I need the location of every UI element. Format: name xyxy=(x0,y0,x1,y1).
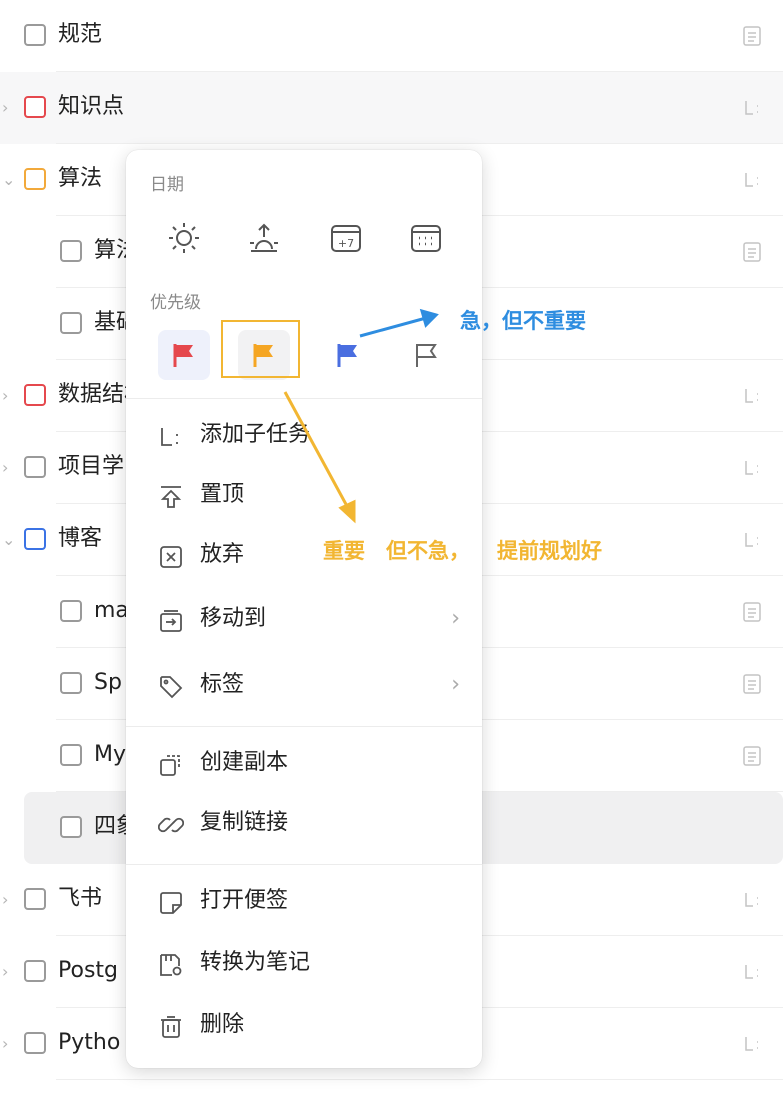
next-week-plus7-icon[interactable]: +7 xyxy=(322,214,370,262)
subtask-icon xyxy=(743,890,761,910)
task-checkbox[interactable] xyxy=(24,456,46,478)
menu-item-label: 添加子任务 xyxy=(200,422,311,447)
menu-item-label: 复制链接 xyxy=(200,810,289,835)
subtask-icon xyxy=(743,386,761,406)
task-title[interactable]: Sp xyxy=(94,668,122,698)
move-to-icon xyxy=(158,608,184,634)
task-checkbox[interactable] xyxy=(60,240,82,262)
task-title[interactable]: 飞书 xyxy=(58,884,102,914)
task-checkbox[interactable] xyxy=(24,528,46,550)
annotation-plan-ahead: 提前规划好 xyxy=(497,539,602,563)
pin-top-menu-item[interactable]: 置顶 xyxy=(126,468,482,524)
menu-item-label: 标签 xyxy=(200,672,245,697)
task-checkbox[interactable] xyxy=(24,384,46,406)
tag-icon xyxy=(158,674,184,700)
task-title[interactable]: 知识点 xyxy=(58,92,124,122)
subtask-icon xyxy=(743,170,761,190)
chevron-right-icon: › xyxy=(451,606,460,631)
menu-item-label: 置顶 xyxy=(200,482,245,507)
sticky-note-icon xyxy=(158,890,184,916)
pin-top-icon xyxy=(158,484,184,510)
task-row[interactable]: › 知识点 xyxy=(0,72,783,144)
task-checkbox[interactable] xyxy=(60,600,82,622)
note-icon xyxy=(743,26,761,46)
convert-note-icon xyxy=(158,952,184,978)
sticky-note-menu-item[interactable]: 打开便签 xyxy=(126,874,482,930)
row-divider xyxy=(56,1079,783,1080)
menu-divider xyxy=(126,398,482,399)
subtask-icon xyxy=(743,458,761,478)
menu-item-label: 打开便签 xyxy=(200,888,289,913)
annotation-important: 重要 xyxy=(323,539,365,563)
tag-menu-item[interactable]: 标签 › xyxy=(126,658,482,714)
expand-chevron-icon[interactable]: › xyxy=(2,388,16,404)
duplicate-icon xyxy=(158,752,184,778)
expand-chevron-icon[interactable]: › xyxy=(2,892,16,908)
menu-item-label: 转换为笔记 xyxy=(200,950,311,975)
annotation-not-urgent: 但不急， xyxy=(386,539,470,563)
task-checkbox[interactable] xyxy=(60,672,82,694)
calendar-icon[interactable] xyxy=(402,214,450,262)
subtask-menu-item[interactable]: 添加子任务 xyxy=(126,408,482,464)
task-checkbox[interactable] xyxy=(24,1032,46,1054)
task-title[interactable]: ma xyxy=(94,596,129,626)
task-title[interactable]: Postg xyxy=(58,956,118,986)
task-title[interactable]: 规范 xyxy=(58,20,102,50)
menu-item-label: 移动到 xyxy=(200,606,267,631)
abandon-x-icon xyxy=(158,544,184,570)
today-sun-icon[interactable] xyxy=(160,214,208,262)
note-icon xyxy=(743,674,761,694)
plus7-text: +7 xyxy=(338,237,354,250)
priority-none-flag-icon[interactable] xyxy=(400,330,452,380)
link-menu-item[interactable]: 复制链接 xyxy=(126,796,482,852)
subtask-icon xyxy=(743,530,761,550)
priority-low-flag-icon[interactable] xyxy=(322,330,374,380)
trash-menu-item[interactable]: 删除 xyxy=(126,998,482,1054)
task-title[interactable]: Pytho xyxy=(58,1028,120,1058)
menu-divider xyxy=(126,864,482,865)
task-title[interactable]: My xyxy=(94,740,126,770)
priority-section-label: 优先级 xyxy=(150,293,201,313)
expand-chevron-icon[interactable]: › xyxy=(2,460,16,476)
task-checkbox[interactable] xyxy=(60,816,82,838)
annotation-urgent-not-important: 急，但不重要 xyxy=(460,309,586,333)
task-title[interactable]: 博客 xyxy=(58,524,102,554)
date-section-label: 日期 xyxy=(150,175,184,195)
task-checkbox[interactable] xyxy=(24,960,46,982)
annotation-highlight-box xyxy=(221,320,300,378)
task-row[interactable]: 规范 xyxy=(0,0,783,72)
task-title[interactable]: 算法 xyxy=(58,164,102,194)
task-checkbox[interactable] xyxy=(24,168,46,190)
collapse-chevron-icon[interactable]: ⌄ xyxy=(2,172,16,188)
task-checkbox[interactable] xyxy=(60,312,82,334)
collapse-chevron-icon[interactable]: ⌄ xyxy=(2,532,16,548)
menu-item-label: 创建副本 xyxy=(200,750,289,775)
move-to-menu-item[interactable]: 移动到 › xyxy=(126,592,482,648)
priority-high-flag-icon[interactable] xyxy=(158,330,210,380)
note-icon xyxy=(743,602,761,622)
expand-chevron-icon[interactable]: › xyxy=(2,1036,16,1052)
tomorrow-sunrise-icon[interactable] xyxy=(240,214,288,262)
task-checkbox[interactable] xyxy=(60,744,82,766)
menu-item-label: 删除 xyxy=(200,1012,245,1037)
menu-divider xyxy=(126,726,482,727)
expand-chevron-icon[interactable]: › xyxy=(2,964,16,980)
note-icon xyxy=(743,242,761,262)
trash-icon xyxy=(158,1014,184,1040)
link-icon xyxy=(157,812,185,838)
context-menu: 日期 +7 优先级 添加子任务 置顶 放弃 移动到 › 标签 › 创建副本 复制… xyxy=(126,150,482,1068)
note-icon xyxy=(743,746,761,766)
expand-chevron-icon[interactable]: › xyxy=(2,100,16,116)
duplicate-menu-item[interactable]: 创建副本 xyxy=(126,736,482,792)
subtask-icon xyxy=(158,424,184,450)
menu-item-label: 放弃 xyxy=(200,542,245,567)
subtask-icon xyxy=(743,962,761,982)
subtask-icon xyxy=(743,98,761,118)
convert-note-menu-item[interactable]: 转换为笔记 xyxy=(126,936,482,992)
chevron-right-icon: › xyxy=(451,672,460,697)
task-checkbox[interactable] xyxy=(24,24,46,46)
task-checkbox[interactable] xyxy=(24,96,46,118)
task-checkbox[interactable] xyxy=(24,888,46,910)
subtask-icon xyxy=(743,1034,761,1054)
